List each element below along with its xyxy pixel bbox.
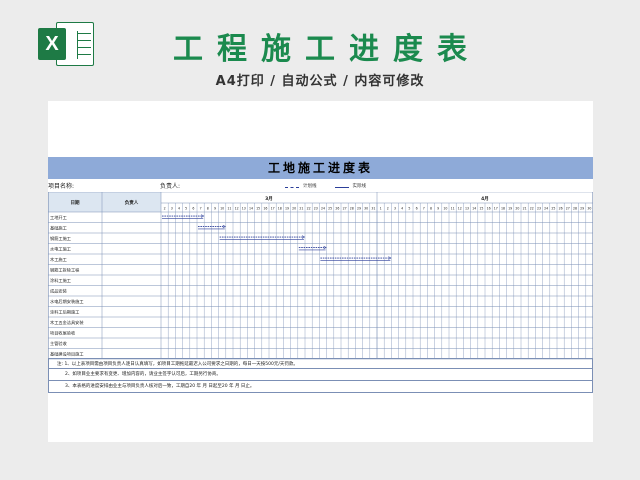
month-label-1: 3月 [265,195,273,202]
day-label-3: 5 [185,207,187,211]
day-label-57: 28 [573,207,577,211]
task-name-7: 成品安装 [50,288,68,295]
day-label-28: 30 [364,207,368,211]
note-3: 3、本表格的进度安排由业主与项目负责人核对后一致，工期自20 年 月 日起至20… [48,381,593,393]
day-label-47: 18 [501,207,505,211]
day-label-44: 15 [479,207,483,211]
col-header-owner: 负责人 [125,199,139,206]
spreadsheet-sheet: 工地施工进度表 项目名称: 负责人: 计划线 实际线 日期 负责人 3月 4月 2 3 4 5… [48,101,593,442]
day-label-34: 5 [408,207,410,211]
day-label-58: 29 [580,207,584,211]
col-header-item: 日期 [71,199,80,206]
header-left-fill [48,192,161,212]
day-label-35: 6 [416,207,418,211]
day-label-39: 10 [443,207,447,211]
day-label-5: 7 [200,207,202,211]
day-label-15: 17 [271,207,275,211]
day-label-2: 4 [178,207,180,211]
day-label-7: 9 [214,207,216,211]
day-label-6: 8 [207,207,209,211]
task-name-9: 涂料工后期施工 [50,309,79,316]
day-label-13: 15 [256,207,260,211]
day-label-48: 19 [508,207,512,211]
day-label-17: 19 [285,207,289,211]
legend: 计划线 实际线 [285,182,366,192]
day-label-46: 17 [494,207,498,211]
note-2: 2、如项目业主要求有变更、增加内容的，请业主签字认可后，工期另行协商。 [48,369,593,381]
day-label-4: 6 [192,207,194,211]
day-label-25: 27 [343,207,347,211]
day-label-54: 25 [551,207,555,211]
day-label-43: 14 [472,207,476,211]
plan-line-legend-icon [285,186,299,188]
day-label-29: 31 [371,207,375,211]
day-label-30: 1 [380,207,382,211]
day-label-0: 2 [164,207,166,211]
day-label-23: 25 [328,207,332,211]
day-label-45: 16 [487,207,491,211]
day-label-51: 22 [530,207,534,211]
day-label-19: 21 [299,207,303,211]
day-label-27: 29 [357,207,361,211]
task-name-13: 基础建设项目施工 [50,351,84,358]
day-label-37: 8 [430,207,432,211]
note-1: 注: 1、以上表项目需由项目负责人逐日认真填写，如项目工期拖延最迟入公司要求之日… [48,358,593,369]
month-label-2: 4月 [481,195,489,202]
owner-label: 负责人: [160,183,181,190]
task-name-11: 项目收尾验收 [50,330,76,337]
day-label-49: 20 [515,207,519,211]
day-label-14: 16 [263,207,267,211]
day-label-9: 11 [227,207,231,211]
task-name-12: 主管验收 [50,340,68,347]
day-label-1: 3 [171,207,173,211]
task-name-2: 钢筋工施工 [50,235,71,242]
task-name-5: 钢筋工拆除工程 [50,267,80,274]
day-label-31: 2 [387,207,389,211]
day-label-42: 13 [465,207,469,211]
gantt-grid: 日期 负责人3月 4月2 3 4 5 6 7 8 9 10 11 12 13 14 15 16 17 18 19 20 2… [48,192,593,360]
day-label-26: 28 [350,207,354,211]
task-name-1: 基础施工 [50,225,67,232]
day-label-33: 4 [401,207,403,211]
notes-section: 注: 1、以上表项目需由项目负责人逐日认真填写，如项目工期拖延最迟入公司要求之日… [48,358,593,393]
day-label-16: 18 [278,207,282,211]
day-label-55: 26 [559,207,563,211]
actual-line-legend-icon [334,186,349,188]
day-label-11: 13 [242,207,246,211]
day-label-10: 12 [235,207,239,211]
task-name-3: 水电工施工 [50,246,71,253]
legend-plan-label: 计划线 [303,184,317,189]
day-label-20: 22 [307,207,311,211]
task-name-10: 木工五金洁具安装 [50,319,84,326]
day-label-12: 14 [249,207,253,211]
day-label-38: 9 [437,207,439,211]
page-title: 工程施工进度表 [173,32,481,67]
page-subtitle: A4打印 / 自动公式 / 内容可修改 [215,74,425,89]
day-label-36: 7 [423,207,425,211]
day-label-40: 11 [451,207,455,211]
day-label-18: 20 [292,207,296,211]
day-label-50: 21 [523,207,527,211]
day-label-41: 12 [458,207,462,211]
task-name-0: 工地开工 [50,214,67,221]
task-name-8: 水电后期安装施工 [50,298,84,305]
day-label-21: 23 [314,207,318,211]
task-name-4: 木工施工 [50,256,67,263]
day-label-24: 26 [335,207,339,211]
task-name-6: 涂料工施工 [50,277,71,284]
project-name-label: 项目名称: [48,183,75,190]
day-label-59: 30 [587,207,591,211]
day-label-53: 24 [544,207,548,211]
day-label-32: 3 [394,207,396,211]
day-label-52: 23 [537,207,541,211]
day-label-56: 27 [566,207,570,211]
legend-actual-label: 实际线 [352,184,367,189]
sheet-title: 工地施工进度表 [48,157,593,179]
day-label-8: 10 [220,207,224,211]
day-label-22: 24 [321,207,325,211]
